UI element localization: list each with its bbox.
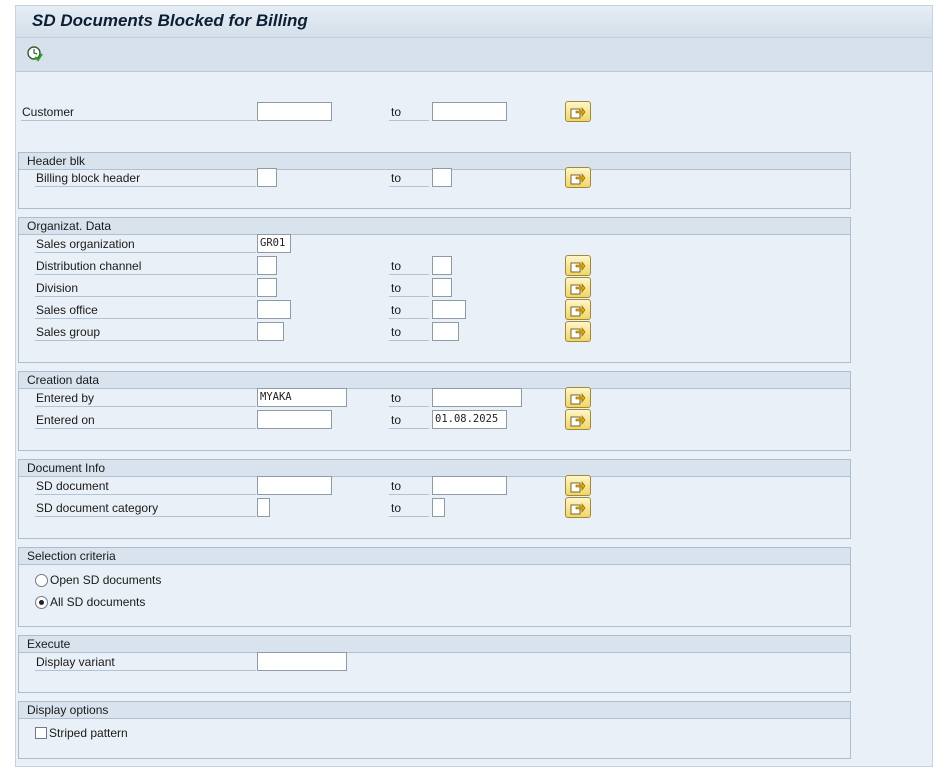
billing-block-to-label: to: [389, 169, 429, 187]
distribution-channel-multiple-selection-button[interactable]: [565, 255, 591, 276]
sd-document-from-input[interactable]: [257, 476, 332, 495]
all-sd-documents-label: All SD documents: [50, 595, 146, 609]
sales-office-multiple-selection-button[interactable]: [565, 299, 591, 320]
customer-to-label: to: [389, 103, 429, 121]
group-title-organizat-data: Organizat. Data: [19, 218, 850, 235]
entered-on-multiple-selection-button[interactable]: [565, 409, 591, 430]
multiple-selection-arrow-icon: [570, 305, 586, 317]
sales-office-from-input[interactable]: [257, 300, 291, 319]
display-variant-input[interactable]: [257, 652, 347, 671]
entered-by-to-input[interactable]: [432, 388, 522, 407]
striped-pattern-checkbox[interactable]: [35, 727, 47, 739]
sales-group-multiple-selection-button[interactable]: [565, 321, 591, 342]
display-variant-label: Display variant: [35, 653, 256, 671]
multiple-selection-arrow-icon: [570, 503, 586, 515]
sd-document-to-label: to: [389, 477, 429, 495]
open-sd-documents-label: Open SD documents: [50, 573, 162, 587]
division-from-input[interactable]: [257, 278, 277, 297]
sd-document-category-multiple-selection-button[interactable]: [565, 497, 591, 518]
sd-document-category-from-input[interactable]: [257, 498, 270, 517]
distribution-channel-to-label: to: [389, 257, 429, 275]
billing-block-header-label: Billing block header: [35, 169, 256, 187]
sales-office-label: Sales office: [35, 301, 256, 319]
multiple-selection-arrow-icon: [570, 415, 586, 427]
multiple-selection-arrow-icon: [570, 173, 586, 185]
group-title-execute: Execute: [19, 636, 850, 653]
all-sd-documents-radio[interactable]: [35, 596, 48, 609]
sales-organization-input[interactable]: GR01: [257, 234, 291, 253]
billing-block-from-input[interactable]: [257, 168, 277, 187]
sales-group-label: Sales group: [35, 323, 256, 341]
open-sd-documents-radio[interactable]: [35, 574, 48, 587]
striped-pattern-label: Striped pattern: [49, 726, 128, 740]
sd-document-multiple-selection-button[interactable]: [565, 475, 591, 496]
customer-to-input[interactable]: [432, 102, 507, 121]
sd-document-to-input[interactable]: [432, 476, 507, 495]
entered-by-to-label: to: [389, 389, 429, 407]
customer-multiple-selection-button[interactable]: [565, 101, 591, 122]
entered-by-from-input[interactable]: MYAKA: [257, 388, 347, 407]
distribution-channel-to-input[interactable]: [432, 256, 452, 275]
display-options-group: Display options: [18, 701, 851, 759]
sd-document-category-to-input[interactable]: [432, 498, 445, 517]
page-title: SD Documents Blocked for Billing: [32, 11, 308, 30]
entered-on-from-input[interactable]: [257, 410, 332, 429]
execute-clock-icon[interactable]: [26, 45, 44, 63]
division-label: Division: [35, 279, 256, 297]
group-title-creation-data: Creation data: [19, 372, 850, 389]
entered-on-label: Entered on: [35, 411, 256, 429]
sd-document-category-to-label: to: [389, 499, 429, 517]
multiple-selection-arrow-icon: [570, 261, 586, 273]
billing-block-to-input[interactable]: [432, 168, 452, 187]
sales-group-from-input[interactable]: [257, 322, 284, 341]
entered-by-multiple-selection-button[interactable]: [565, 387, 591, 408]
billing-block-multiple-selection-button[interactable]: [565, 167, 591, 188]
group-title-display-options: Display options: [19, 702, 850, 719]
multiple-selection-arrow-icon: [570, 107, 586, 119]
multiple-selection-arrow-icon: [570, 283, 586, 295]
multiple-selection-arrow-icon: [570, 327, 586, 339]
division-to-label: to: [389, 279, 429, 297]
multiple-selection-arrow-icon: [570, 481, 586, 493]
distribution-channel-from-input[interactable]: [257, 256, 277, 275]
sales-office-to-label: to: [389, 301, 429, 319]
sap-window: SD Documents Blocked for Billing Custome…: [15, 5, 933, 767]
selection-screen: Customer to Header blk Billing block hea…: [16, 72, 932, 766]
entered-by-label: Entered by: [35, 389, 256, 407]
distribution-channel-label: Distribution channel: [35, 257, 256, 275]
division-multiple-selection-button[interactable]: [565, 277, 591, 298]
sd-document-category-label: SD document category: [35, 499, 256, 517]
sales-group-to-input[interactable]: [432, 322, 459, 341]
sales-office-to-input[interactable]: [432, 300, 466, 319]
group-title-selection-criteria: Selection criteria: [19, 548, 850, 565]
division-to-input[interactable]: [432, 278, 452, 297]
sd-document-label: SD document: [35, 477, 256, 495]
entered-on-to-input[interactable]: 01.08.2025: [432, 410, 507, 429]
group-title-document-info: Document Info: [19, 460, 850, 477]
multiple-selection-arrow-icon: [570, 393, 586, 405]
entered-on-to-label: to: [389, 411, 429, 429]
sales-organization-label: Sales organization: [35, 235, 256, 253]
sales-group-to-label: to: [389, 323, 429, 341]
customer-from-input[interactable]: [257, 102, 332, 121]
application-toolbar: [16, 38, 932, 72]
title-bar: SD Documents Blocked for Billing: [16, 6, 932, 38]
customer-label: Customer: [21, 103, 256, 121]
